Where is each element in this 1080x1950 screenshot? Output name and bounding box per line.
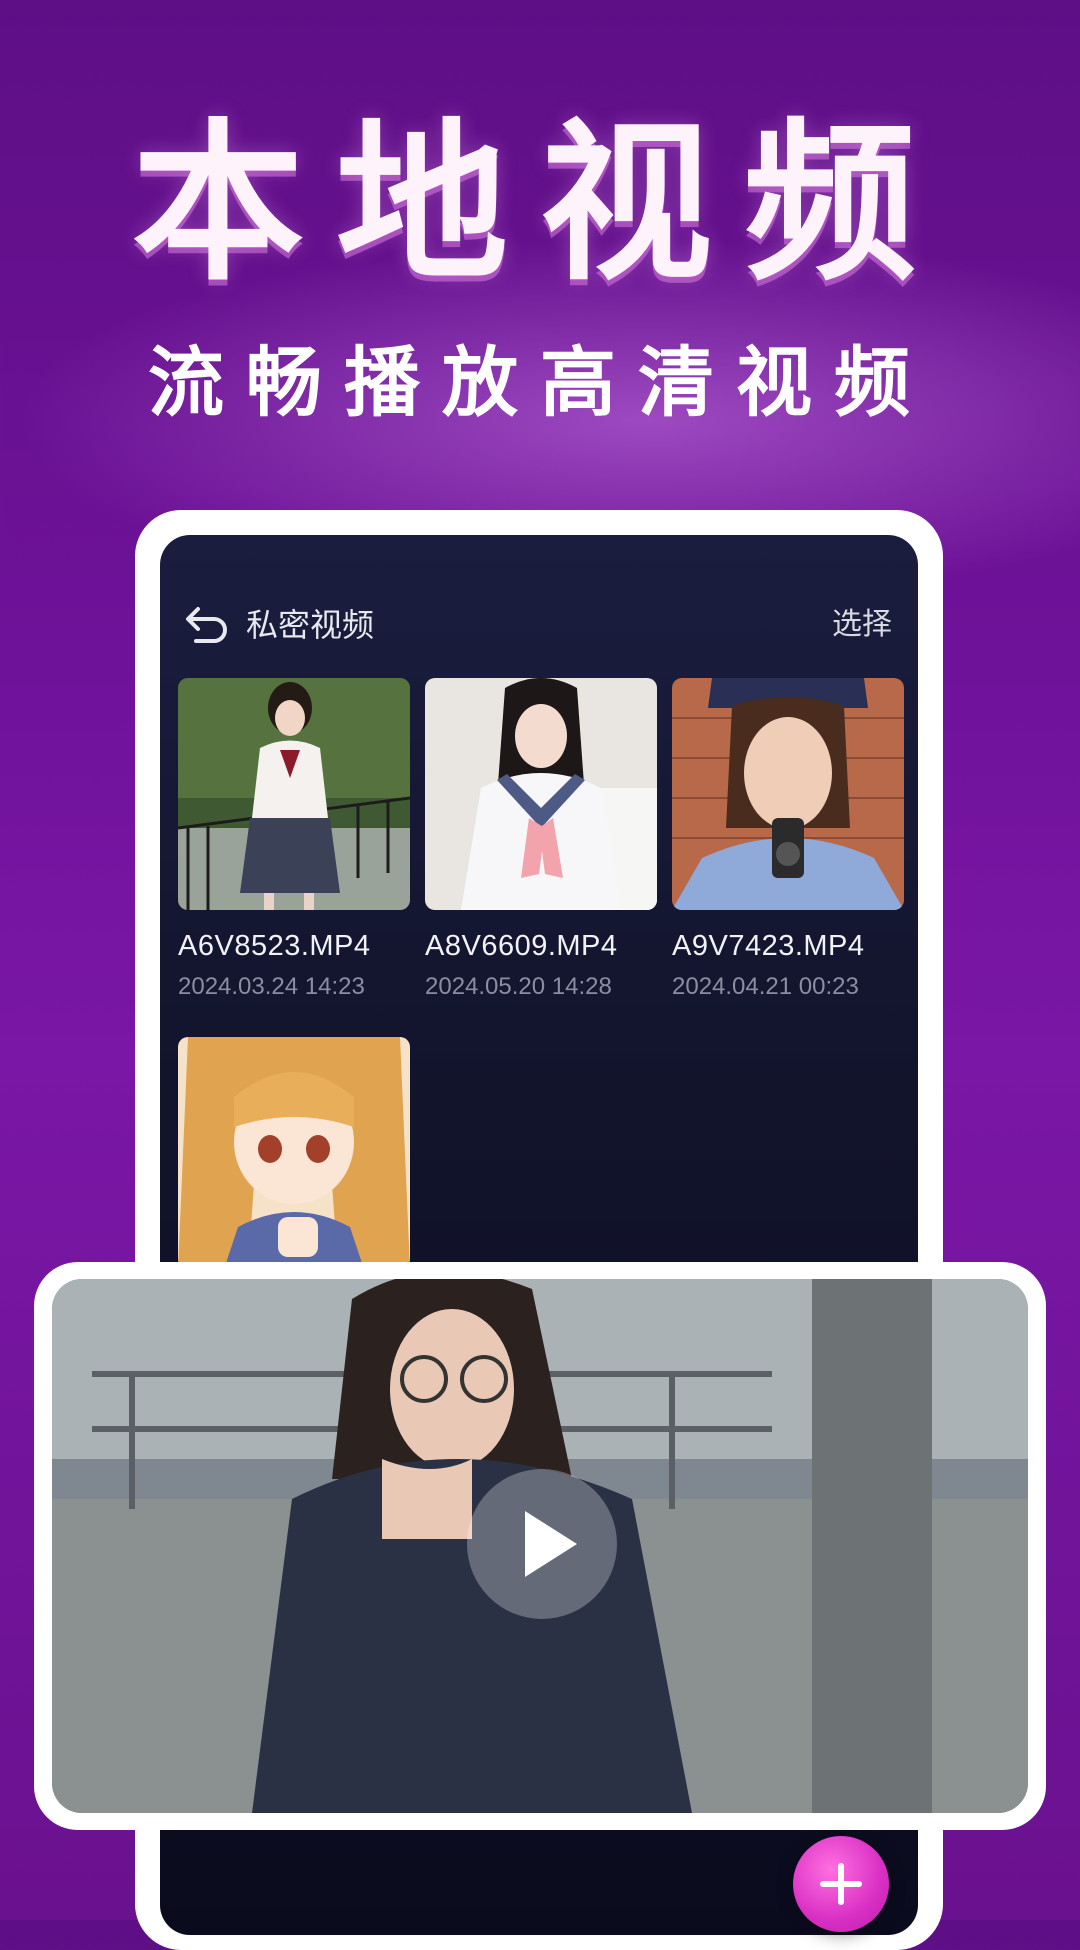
page-title: 私密视频 [246,606,375,644]
thumbnail-image [425,678,657,910]
video-date: 2024.03.24 14:23 [178,973,365,1000]
thumbnail-image [178,678,410,910]
video-date: 2024.05.20 14:28 [425,973,612,1000]
select-button[interactable]: 选择 [832,603,892,647]
video-item[interactable] [178,1037,410,1269]
back-arrow-icon[interactable] [184,603,232,647]
video-filename: A9V7423.MP4 [672,930,865,962]
video-filename: A8V6609.MP4 [425,930,618,962]
plus-icon [820,1863,862,1905]
play-button[interactable] [467,1469,617,1619]
top-bar: 私密视频 选择 [160,585,918,665]
video-thumbnail[interactable] [425,678,657,910]
play-icon [525,1511,577,1577]
video-item[interactable]: A9V7423.MP4 2024.04.21 00:23 [672,678,904,1001]
add-video-button[interactable] [793,1836,889,1932]
video-player[interactable] [52,1279,1028,1813]
video-item[interactable]: A6V8523.MP4 2024.03.24 14:23 [178,678,410,1001]
promo-subtitle: 流畅播放高清视频 [148,338,932,427]
promo-title: 本地视频 [132,103,948,304]
thumbnail-image [178,1037,410,1269]
video-filename: A6V8523.MP4 [178,930,371,962]
thumbnail-image [672,678,904,910]
video-item[interactable]: A8V6609.MP4 2024.05.20 14:28 [425,678,657,1001]
video-date: 2024.04.21 00:23 [672,973,859,1000]
video-thumbnail[interactable] [672,678,904,910]
video-thumbnail[interactable] [178,1037,410,1269]
video-thumbnail[interactable] [178,678,410,910]
